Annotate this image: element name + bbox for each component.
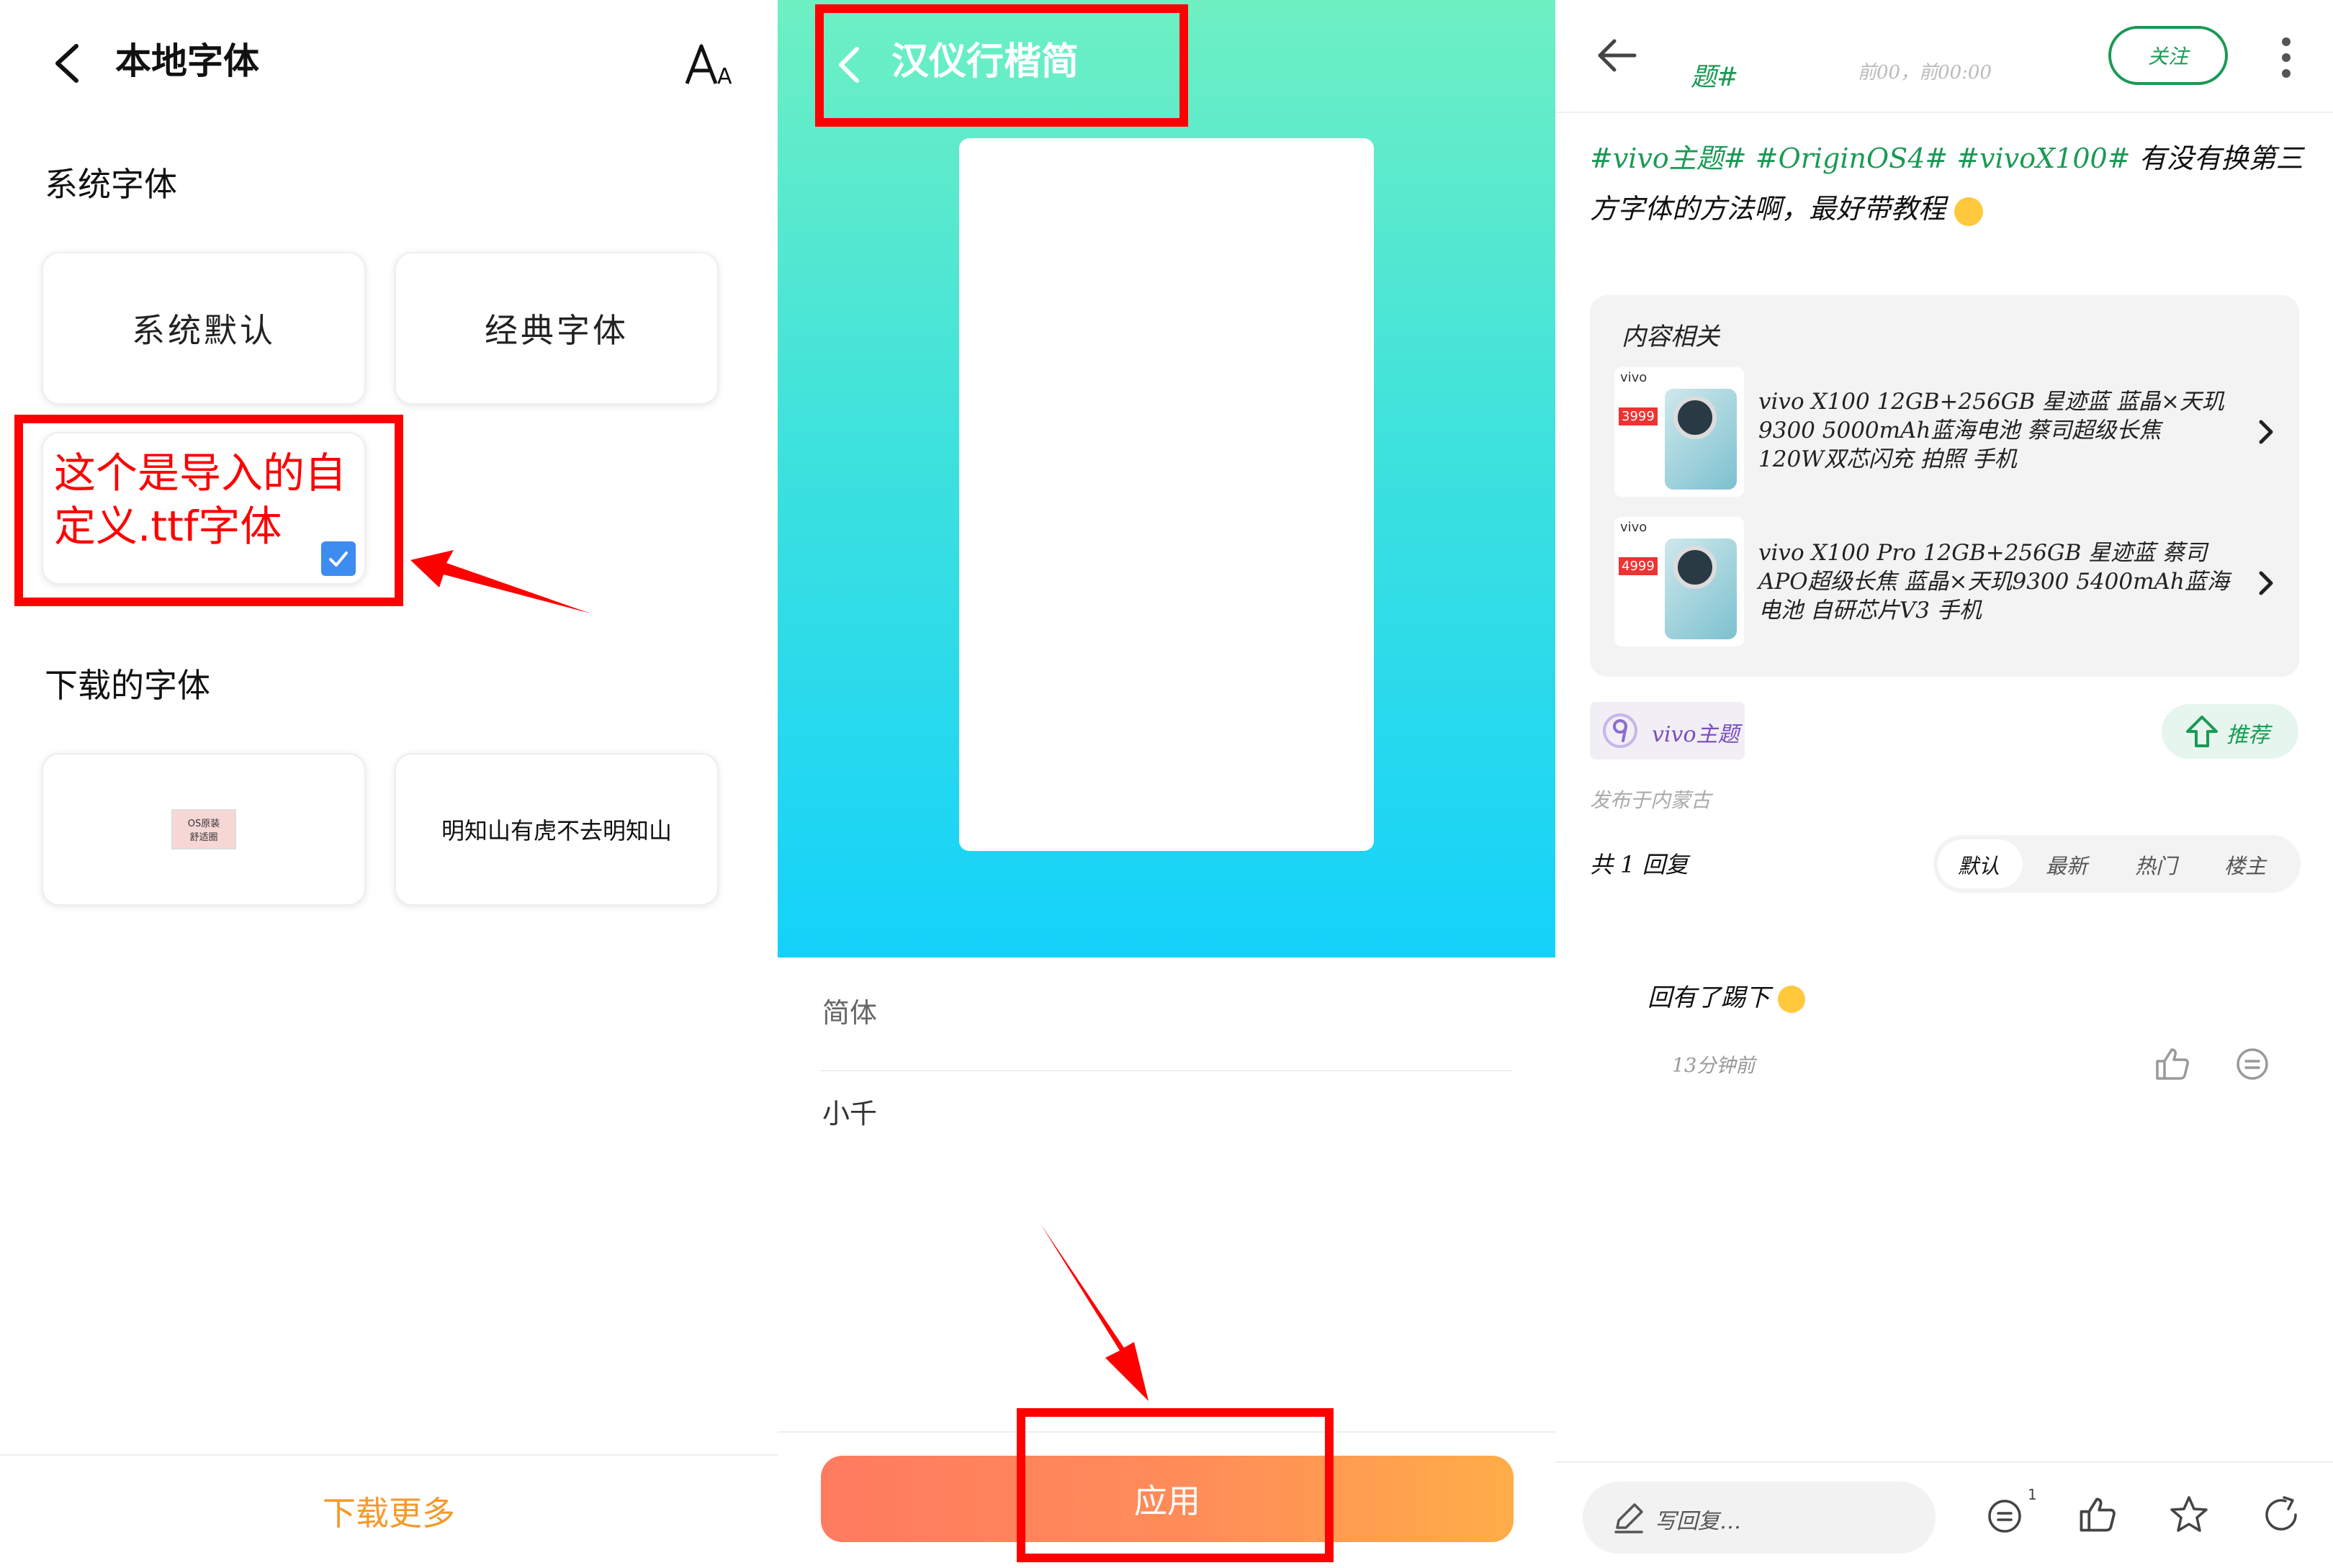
font-card-downloaded-2[interactable]: 明知山有虎不去明知山: [395, 753, 719, 906]
product-thumbnail[interactable]: vivo 3999: [1614, 367, 1744, 497]
product-brand: vivo: [1620, 370, 1648, 385]
font-preview-card: [959, 138, 1374, 851]
post-detail-screen: 题# 前00，前00:00 关注 #vivo主题# #OriginOS4# #v…: [1555, 0, 2333, 1568]
follow-button-label: 关注: [2147, 45, 2188, 68]
related-title: 内容相关: [1622, 323, 1720, 351]
selected-check-icon: [321, 541, 356, 576]
sort-tab-default[interactable]: 默认: [1958, 850, 2000, 880]
vivo-theme-logo-icon: [1603, 713, 1637, 748]
reply-count: 共 1 回复: [1590, 851, 1689, 878]
follow-button[interactable]: 关注: [2108, 26, 2228, 85]
camera-module: [1673, 396, 1717, 439]
post-location: 发布于内蒙古: [1590, 788, 1712, 812]
font-author-label: 小千: [822, 1098, 878, 1130]
post-body: #vivo主题# #OriginOS4# #vivoX100# 有没有换第三方字…: [1590, 133, 2310, 234]
font-card-classic[interactable]: 经典字体: [395, 252, 719, 405]
font-sample-text: 明知山有虎不去明知山: [441, 817, 672, 844]
chevron-right-icon[interactable]: [2255, 418, 2277, 446]
like-icon[interactable]: [2153, 1045, 2190, 1083]
product-title[interactable]: vivo X100 Pro 12GB+256GB 星迹蓝 蔡司APO超级长焦 蓝…: [1758, 539, 2234, 625]
local-fonts-screen: 本地字体 A 系统字体 系统默认 经典字体 这个是导入的自定义.ttf字体 下载…: [0, 0, 778, 1568]
footer-divider: [0, 1454, 778, 1456]
upvote-arrow-icon: [2186, 716, 2218, 747]
emoji-icon: [1954, 197, 1984, 226]
topic-chip[interactable]: vivo主题: [1590, 702, 1745, 760]
recommend-label: 推荐: [2226, 723, 2270, 748]
title-highlight-box: [815, 4, 1188, 127]
share-icon[interactable]: [2262, 1495, 2303, 1535]
comment-count-badge: 1: [2028, 1486, 2037, 1503]
comment-icon[interactable]: [2234, 1045, 2271, 1083]
post-tag[interactable]: #OriginOS4#: [1756, 143, 1948, 174]
font-size-icon[interactable]: A: [684, 42, 734, 88]
annotation-text: 这个是导入的自定义.ttf字体: [54, 449, 347, 551]
pencil-icon: [1614, 1503, 1643, 1533]
like-icon[interactable]: [2077, 1495, 2117, 1535]
product-title[interactable]: vivo X100 12GB+256GB 星迹蓝 蓝晶×天玑9300 5000m…: [1758, 387, 2234, 474]
topic-chip-label: vivo主题: [1652, 722, 1740, 747]
chevron-right-icon[interactable]: [2255, 569, 2277, 598]
font-detail-screen: 汉仪行楷简 简体 小千 应用: [778, 0, 1555, 1568]
page-title: 本地字体: [115, 40, 259, 82]
system-fonts-heading: 系统字体: [45, 165, 177, 204]
reply-placeholder: 写回复…: [1655, 1509, 1741, 1534]
os-font-badge: OS原装 舒适圈: [171, 809, 236, 850]
footer-divider: [1555, 1461, 2333, 1463]
post-tag[interactable]: #vivoX100#: [1956, 143, 2130, 174]
product-price: 3999: [1619, 407, 1658, 425]
back-arrow-icon[interactable]: [1596, 37, 1639, 73]
downloaded-fonts-heading: 下载的字体: [45, 666, 210, 705]
font-card-system-default[interactable]: 系统默认: [42, 252, 366, 405]
comment-text: 回有了踢下: [1648, 978, 1805, 1013]
header-meta: 前00，前00:00: [1858, 62, 1992, 84]
sort-tab-latest[interactable]: 最新: [2046, 850, 2087, 880]
more-options-icon[interactable]: [2279, 36, 2293, 79]
font-card-label: 系统默认: [132, 311, 276, 350]
star-icon[interactable]: [2169, 1495, 2209, 1535]
sort-tab-op[interactable]: 楼主: [2224, 850, 2266, 880]
product-price: 4999: [1619, 557, 1658, 575]
header-tag: 题#: [1691, 63, 1739, 92]
product-brand: vivo: [1620, 520, 1648, 535]
camera-module: [1673, 546, 1717, 589]
back-arrow-icon[interactable]: [49, 40, 85, 86]
recommend-button[interactable]: 推荐: [2162, 704, 2298, 759]
comment-text-content: 回有了踢下: [1648, 983, 1770, 1012]
apply-highlight-box: [1017, 1408, 1334, 1562]
sort-tabs: 默认 最新 热门 楼主: [1933, 835, 2301, 893]
comments-icon[interactable]: [1986, 1495, 2026, 1535]
header-divider: [1555, 112, 2333, 113]
reply-input[interactable]: 写回复…: [1583, 1482, 1936, 1554]
font-variant-label: 简体: [822, 997, 878, 1029]
badge-text: 舒适圈: [189, 832, 218, 843]
font-card-label: 经典字体: [485, 311, 629, 350]
annotation-arrow-icon: [1040, 1224, 1148, 1401]
download-more-link[interactable]: 下载更多: [0, 1487, 778, 1535]
annotation-arrow-icon: [410, 550, 590, 613]
product-thumbnail[interactable]: vivo 4999: [1614, 517, 1744, 646]
info-divider: [821, 1070, 1512, 1071]
emoji-icon: [1777, 986, 1805, 1013]
svg-text:A: A: [717, 64, 732, 88]
sort-tab-hot[interactable]: 热门: [2135, 850, 2177, 880]
post-tag[interactable]: #vivo主题#: [1590, 143, 1747, 174]
font-card-downloaded-1[interactable]: OS原装 舒适圈: [42, 753, 366, 906]
comment-time: 13分钟前: [1672, 1055, 1756, 1077]
badge-text: OS原装: [187, 819, 220, 829]
